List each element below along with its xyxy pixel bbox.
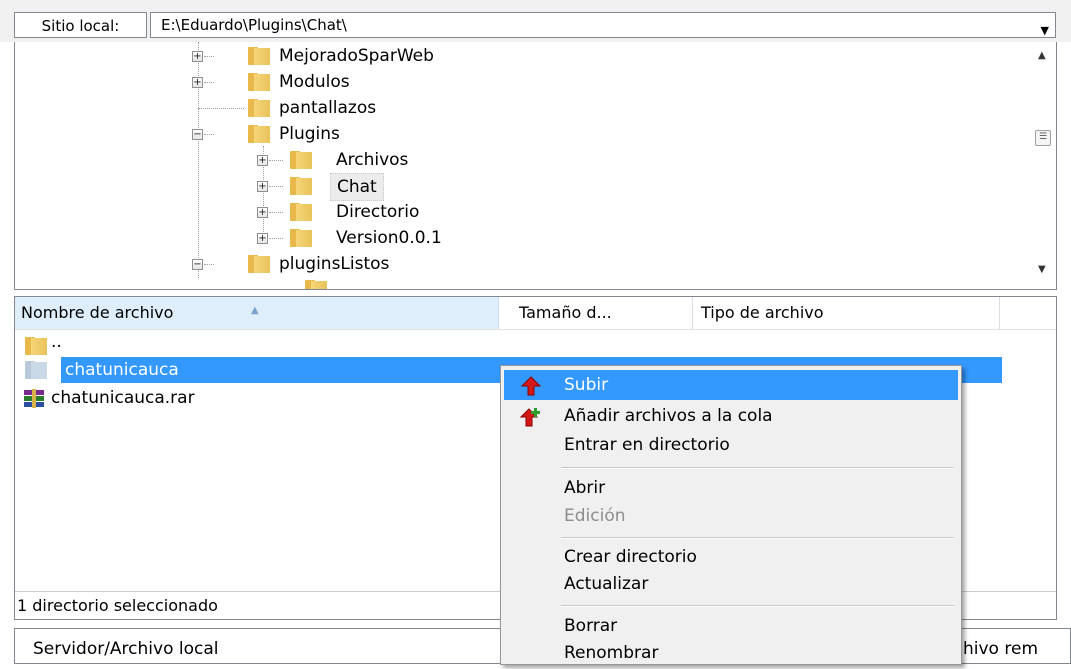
menu-item-borrar[interactable]: Borrar [504, 611, 958, 641]
tree-connector [269, 238, 283, 240]
tree-connector [204, 134, 214, 136]
folder-icon [290, 203, 312, 221]
tree-scrollbar[interactable]: ▲ ☰ ▼ [1030, 42, 1056, 288]
tree-item-archivos[interactable]: + Archivos [252, 147, 652, 173]
folder-icon [248, 125, 270, 143]
queue-column-remote[interactable]: hivo rem [963, 629, 1038, 663]
folder-icon [290, 151, 312, 169]
folder-icon [25, 337, 47, 355]
column-header-name[interactable]: Nombre de archivo ▲ [15, 297, 499, 329]
tree-connector [198, 108, 244, 110]
tree-item-pluginslistos[interactable]: − pluginsListos [192, 251, 592, 277]
chevron-down-icon[interactable]: ▼ [1041, 19, 1049, 43]
directory-tree[interactable]: + MejoradoSparWeb + Modulos pantallazos … [14, 42, 1057, 290]
menu-separator [561, 537, 954, 539]
folder-icon [290, 177, 312, 195]
column-header-size[interactable]: Tamaño d... [513, 297, 693, 329]
folder-icon [248, 73, 270, 91]
queue-column-local[interactable]: Servidor/Archivo local [33, 629, 219, 663]
tree-connector [269, 160, 283, 162]
menu-item-label: Borrar [564, 616, 618, 636]
menu-separator [561, 467, 954, 469]
tree-connector [204, 82, 214, 84]
folder-icon [248, 255, 270, 273]
menu-item-label: Entrar en directorio [564, 435, 730, 455]
context-menu[interactable]: Subir Añadir archivos a la cola Entrar e… [500, 365, 962, 665]
menu-item-label: Actualizar [564, 574, 649, 594]
menu-item-crear-directorio[interactable]: Crear directorio [504, 542, 958, 572]
rar-archive-icon [24, 389, 44, 408]
tree-item-label: pluginsListos [279, 254, 390, 274]
file-list-header: Nombre de archivo ▲ Tamaño d... Tipo de … [15, 297, 1056, 330]
tree-item-label: Version0.0.1 [336, 228, 442, 248]
upload-arrow-icon [520, 376, 542, 396]
tree-connector [269, 186, 283, 188]
tree-item-plugins[interactable]: − Plugins [192, 121, 592, 147]
file-row-chatunicauca-rar[interactable]: chatunicauca.rar [15, 385, 415, 411]
folder-icon [248, 47, 270, 65]
local-site-bar: Sitio local: E:\Eduardo\Plugins\Chat\ ▼ [0, 0, 1071, 42]
scroll-down-icon[interactable]: ▼ [1038, 264, 1046, 275]
tree-item-directorio[interactable]: + Directorio [252, 199, 652, 225]
folder-icon [305, 280, 327, 289]
menu-item-label: Subir [564, 375, 609, 395]
menu-item-label: Edición [564, 506, 626, 526]
file-name: chatunicauca [65, 360, 179, 380]
file-name: chatunicauca.rar [51, 388, 195, 408]
menu-item-label: Crear directorio [564, 547, 697, 567]
add-to-queue-icon [520, 408, 540, 427]
tree-item-label: Modulos [279, 72, 350, 92]
collapse-icon[interactable]: − [192, 129, 203, 140]
tree-item-modulos[interactable]: + Modulos [192, 69, 592, 95]
tree-connector [204, 264, 214, 266]
tree-item-version001[interactable]: + Version0.0.1 [252, 225, 652, 251]
expand-icon[interactable]: + [257, 181, 268, 192]
tree-connector [269, 212, 283, 214]
file-row-parent[interactable]: .. [15, 332, 415, 359]
tree-item-label: Directorio [336, 202, 420, 222]
expand-icon[interactable]: + [257, 155, 268, 166]
local-path-value[interactable]: E:\Eduardo\Plugins\Chat\ [161, 16, 347, 34]
column-header-type[interactable]: Tipo de archivo [695, 297, 1000, 329]
tree-item-label: MejoradoSparWeb [279, 46, 434, 66]
tree-item-label: pantallazos [279, 98, 377, 118]
column-header-label: Nombre de archivo [21, 303, 174, 322]
menu-item-entrar-directorio[interactable]: Entrar en directorio [504, 430, 958, 460]
menu-item-label: Abrir [564, 478, 606, 498]
scroll-up-icon[interactable]: ▲ [1038, 50, 1046, 61]
sort-ascending-icon: ▲ [251, 305, 259, 316]
scroll-thumb[interactable]: ☰ [1035, 130, 1051, 146]
file-name: .. [51, 332, 62, 352]
tree-item-label: Archivos [336, 150, 409, 170]
expand-icon[interactable]: + [257, 233, 268, 244]
menu-item-abrir[interactable]: Abrir [504, 473, 958, 503]
menu-item-actualizar[interactable]: Actualizar [504, 569, 958, 599]
folder-icon [290, 229, 312, 247]
collapse-icon[interactable]: − [192, 259, 203, 270]
tree-item-chat[interactable]: + Chat [252, 173, 652, 201]
tree-item-label: Plugins [279, 124, 340, 144]
tree-item-label: Chat [330, 173, 384, 201]
expand-icon[interactable]: + [192, 77, 203, 88]
menu-item-subir[interactable]: Subir [504, 370, 958, 400]
folder-icon [248, 99, 270, 117]
local-path-combobox[interactable]: E:\Eduardo\Plugins\Chat\ ▼ [150, 12, 1056, 38]
tree-item-mejoradosparweb[interactable]: + MejoradoSparWeb [192, 43, 592, 69]
menu-item-label: Añadir archivos a la cola [564, 406, 773, 426]
expand-icon[interactable]: + [257, 207, 268, 218]
menu-item-anadir-cola[interactable]: Añadir archivos a la cola [504, 401, 958, 431]
folder-icon [25, 361, 47, 379]
tree-connector [204, 56, 214, 58]
local-site-label: Sitio local: [14, 12, 147, 38]
expand-icon[interactable]: + [192, 51, 203, 62]
tree-item-pantallazos[interactable]: pantallazos [192, 95, 592, 121]
menu-separator [561, 605, 954, 607]
menu-item-edicion: Edición [504, 501, 958, 531]
